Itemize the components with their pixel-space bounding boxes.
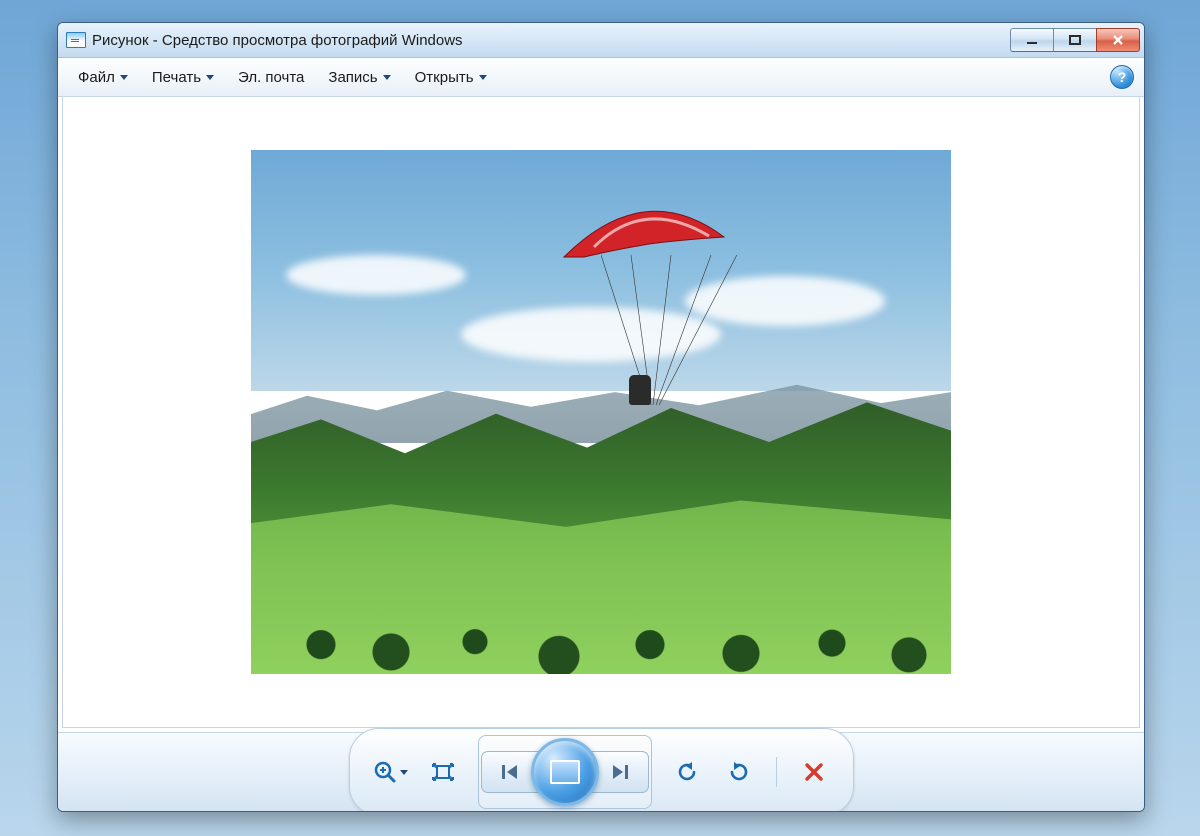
next-button[interactable]	[591, 751, 649, 793]
minimize-button[interactable]	[1010, 28, 1054, 52]
skip-previous-icon	[499, 762, 521, 782]
slideshow-button[interactable]	[531, 738, 599, 806]
close-button[interactable]	[1096, 28, 1140, 52]
window-buttons	[1011, 28, 1140, 52]
title-bar[interactable]: Рисунок - Средство просмотра фотографий …	[58, 23, 1144, 58]
rotate-ccw-button[interactable]	[670, 755, 704, 789]
minimize-icon	[1025, 34, 1039, 46]
help-button[interactable]: ?	[1110, 65, 1134, 89]
menu-burn[interactable]: Запись	[318, 65, 400, 90]
fit-window-icon	[430, 761, 456, 783]
magnifier-plus-icon	[372, 759, 398, 785]
menu-burn-label: Запись	[328, 69, 377, 86]
maximize-icon	[1068, 34, 1082, 46]
menu-file-label: Файл	[78, 69, 115, 86]
menu-print-label: Печать	[152, 69, 201, 86]
chevron-down-icon	[479, 75, 487, 80]
menu-print[interactable]: Печать	[142, 65, 224, 90]
menu-email-label: Эл. почта	[238, 69, 304, 86]
chevron-down-icon	[400, 770, 408, 775]
paraglider-pilot	[629, 375, 651, 405]
rotate-cw-icon	[726, 759, 752, 785]
app-window: Рисунок - Средство просмотра фотографий …	[57, 22, 1145, 812]
help-icon: ?	[1118, 69, 1127, 85]
menu-open-label: Открыть	[415, 69, 474, 86]
close-icon	[1111, 34, 1125, 46]
previous-button[interactable]	[481, 751, 539, 793]
navigation-cluster	[478, 735, 652, 809]
window-title: Рисунок - Средство просмотра фотографий …	[92, 32, 463, 49]
maximize-button[interactable]	[1053, 28, 1097, 52]
control-bar	[58, 732, 1144, 811]
control-tray	[349, 728, 854, 812]
app-icon	[66, 32, 86, 48]
displayed-image	[251, 150, 951, 674]
fit-window-button[interactable]	[426, 755, 460, 789]
menu-bar: Файл Печать Эл. почта Запись Открыть ?	[58, 58, 1144, 97]
skip-next-icon	[609, 762, 631, 782]
delete-button[interactable]	[797, 755, 831, 789]
zoom-button[interactable]	[372, 759, 408, 785]
rotate-cw-button[interactable]	[722, 755, 756, 789]
image-viewport[interactable]	[62, 97, 1140, 728]
slideshow-icon	[550, 760, 580, 784]
chevron-down-icon	[383, 75, 391, 80]
separator	[776, 757, 777, 787]
chevron-down-icon	[120, 75, 128, 80]
rotate-ccw-icon	[674, 759, 700, 785]
menu-email[interactable]: Эл. почта	[228, 65, 314, 90]
chevron-down-icon	[206, 75, 214, 80]
menu-file[interactable]: Файл	[68, 65, 138, 90]
paraglider-lines	[601, 255, 761, 435]
menu-open[interactable]: Открыть	[405, 65, 497, 90]
delete-x-icon	[803, 761, 825, 783]
